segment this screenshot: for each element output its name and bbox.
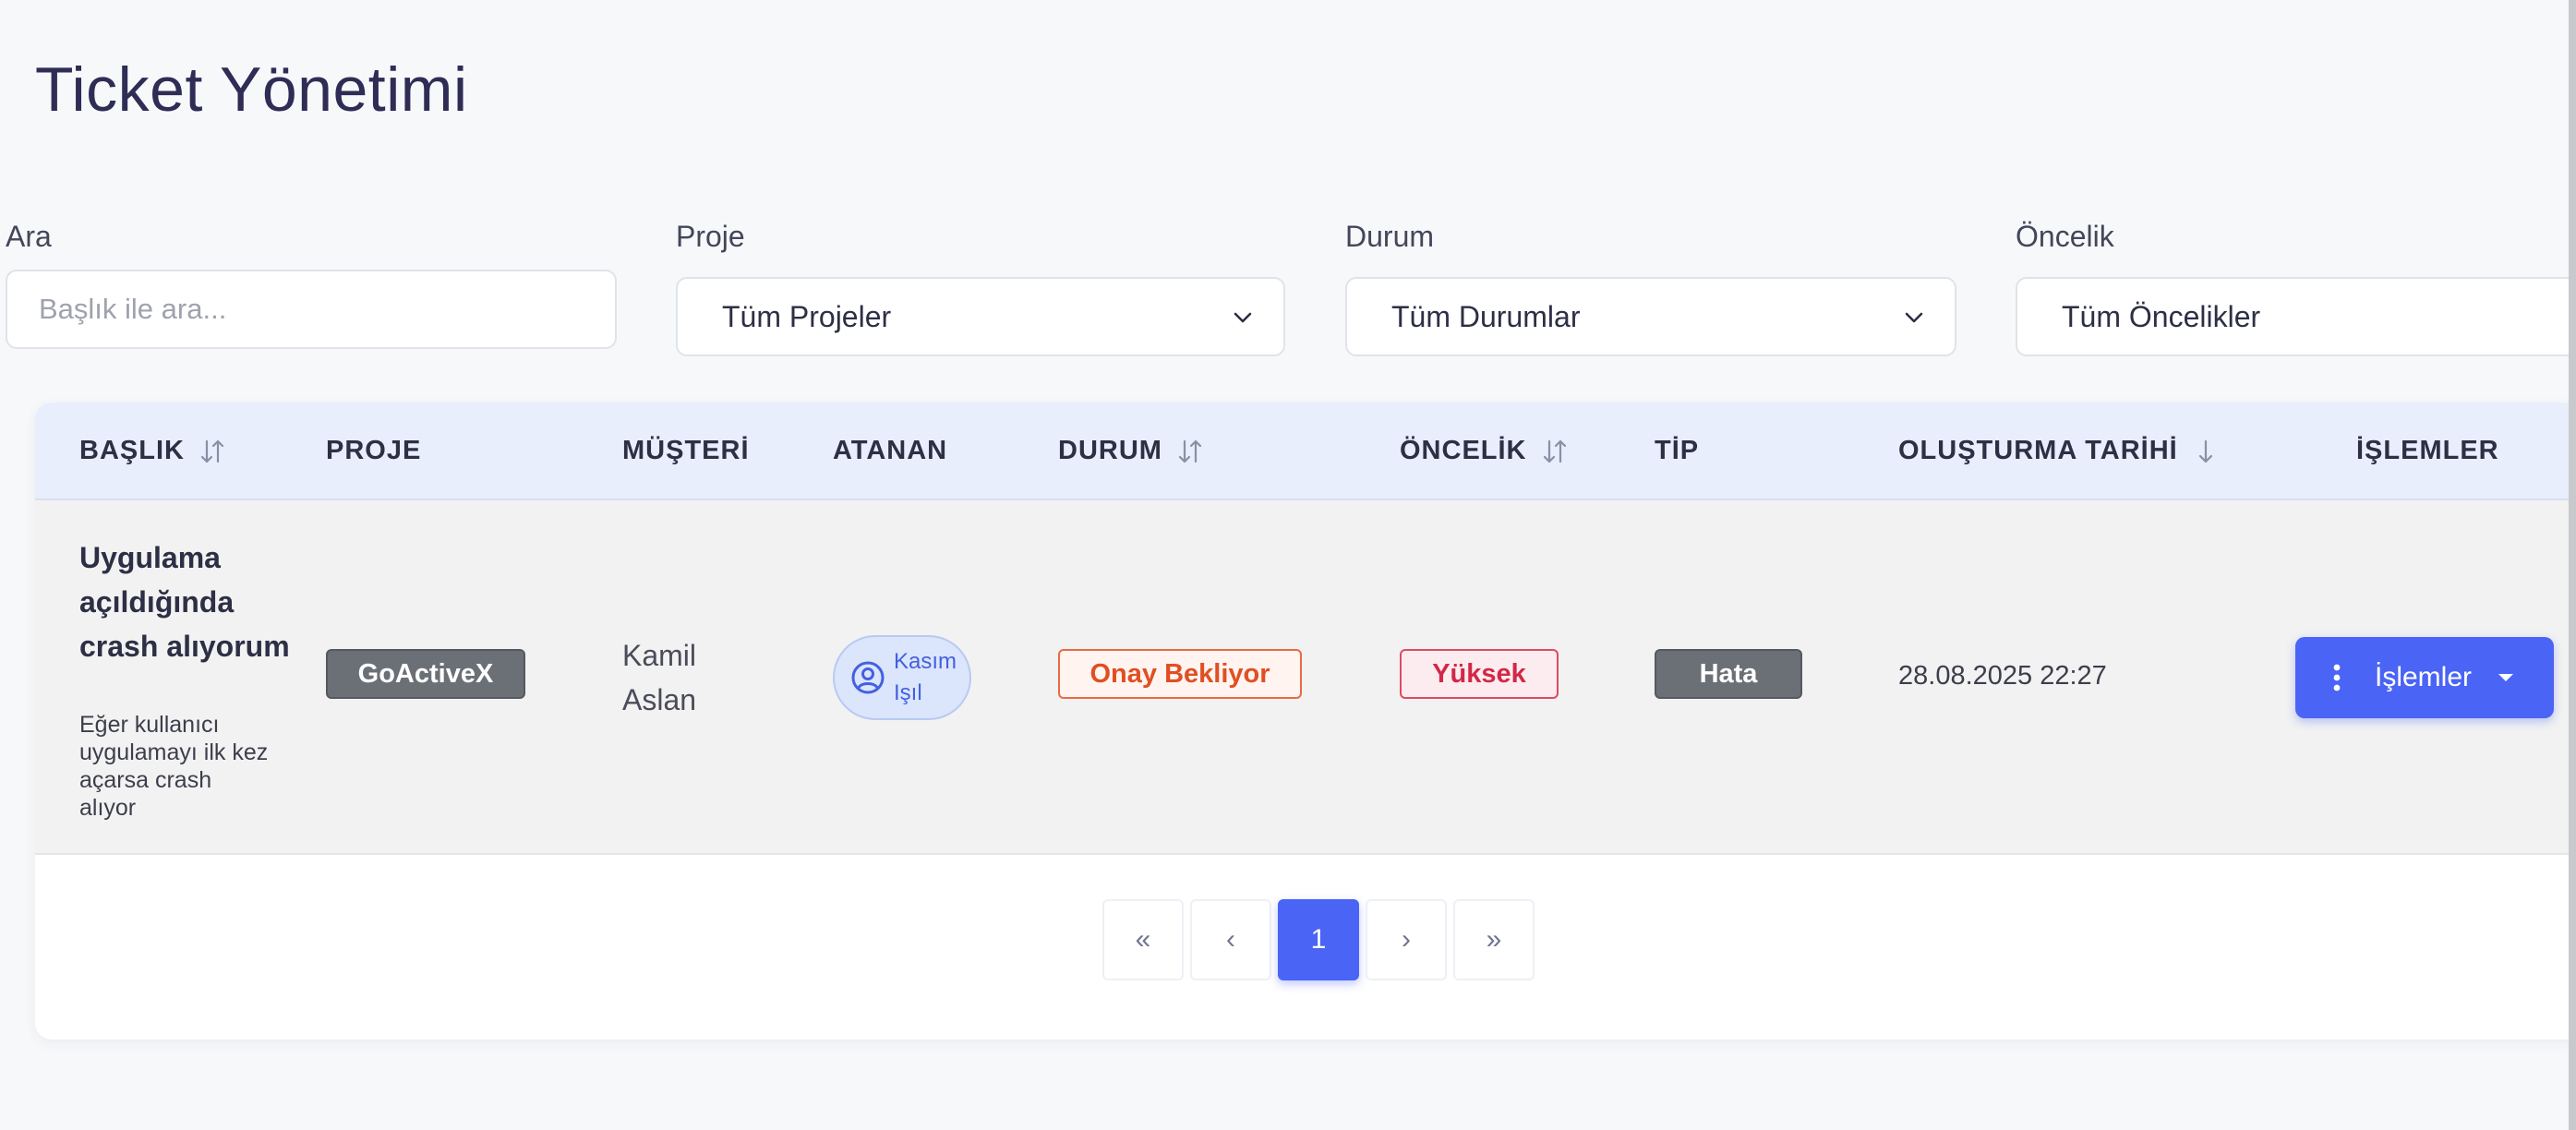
search-input[interactable]: Başlık ile ara... <box>6 270 617 349</box>
column-header-label: ÖNCELİK <box>1400 436 1527 465</box>
column-header-status[interactable]: DURUM <box>1058 436 1203 466</box>
column-header-created[interactable]: OLUŞTURMA TARİHİ <box>1898 436 2219 466</box>
chevron-down-icon <box>1234 312 1252 323</box>
column-header-label: PROJE <box>326 436 422 465</box>
chevron-down-icon <box>1905 312 1923 323</box>
priority-select[interactable]: Tüm Öncelikler <box>2016 277 2576 356</box>
column-header-label: ATANAN <box>833 436 948 465</box>
user-circle-icon <box>851 661 885 694</box>
actions-button-label: İşlemler <box>2375 662 2473 692</box>
assignee-chip[interactable]: Kasım Işıl <box>833 635 971 720</box>
arrow-down-icon <box>2198 439 2212 463</box>
pagination: « ‹ 1 › » <box>1102 899 1541 980</box>
caret-down-icon <box>2498 674 2514 681</box>
pagination-page-button[interactable]: 1 <box>1278 899 1359 980</box>
page-title: Ticket Yönetimi <box>35 54 468 125</box>
ticket-management-page: Ticket Yönetimi Ara Başlık ile ara... Pr… <box>0 0 2576 1130</box>
created-date: 28.08.2025 22:27 <box>1898 661 2107 691</box>
column-header-label: İŞLEMLER <box>2356 436 2499 465</box>
vertical-dots-icon <box>2333 664 2341 691</box>
project-filter-label: Proje <box>676 220 745 253</box>
column-header-label: DURUM <box>1058 436 1162 465</box>
column-header-title[interactable]: BAŞLIK <box>79 436 225 466</box>
priority-badge: Yüksek <box>1400 649 1559 699</box>
search-label: Ara <box>6 220 52 253</box>
sort-icon <box>1178 439 1202 463</box>
project-select-value: Tüm Projeler <box>722 299 892 333</box>
status-badge: Onay Bekliyor <box>1058 649 1302 699</box>
column-header-label: BAŞLIK <box>79 436 185 465</box>
pagination-prev-button[interactable]: ‹ <box>1190 899 1271 980</box>
project-badge: GoActiveX <box>326 649 525 699</box>
column-header-project: PROJE <box>326 436 421 466</box>
project-select[interactable]: Tüm Projeler <box>676 277 1285 356</box>
sort-icon <box>200 439 224 463</box>
page-scrollbar[interactable] <box>2569 0 2576 1130</box>
table-header: BAŞLIK PROJE MÜŞTERİ ATANAN DURUM ÖNCELİ… <box>35 403 2576 500</box>
status-select[interactable]: Tüm Durumlar <box>1345 277 1956 356</box>
pagination-first-button[interactable]: « <box>1102 899 1184 980</box>
column-header-actions: İŞLEMLER <box>2356 436 2499 466</box>
ticket-description: Eğer kullanıcı uygulamayı ilk kez açarsa… <box>79 712 269 821</box>
pagination-next-button[interactable]: › <box>1366 899 1447 980</box>
column-header-assignee: ATANAN <box>833 436 947 466</box>
tickets-table-card: BAŞLIK PROJE MÜŞTERİ ATANAN DURUM ÖNCELİ… <box>35 403 2576 1040</box>
sort-icon <box>1543 439 1566 463</box>
column-header-customer: MÜŞTERİ <box>622 436 750 466</box>
actions-dropdown-button[interactable]: İşlemler <box>2295 637 2554 718</box>
column-header-priority[interactable]: ÖNCELİK <box>1400 436 1568 466</box>
priority-filter-label: Öncelik <box>2016 220 2114 253</box>
customer-name: Kamil Aslan <box>622 639 697 716</box>
status-select-value: Tüm Durumlar <box>1391 299 1581 333</box>
pagination-last-button[interactable]: » <box>1453 899 1535 980</box>
ticket-title[interactable]: Uygulama açıldığında crash alıyorum <box>79 535 292 668</box>
column-header-label: OLUŞTURMA TARİHİ <box>1898 436 2178 465</box>
column-header-label: TİP <box>1655 436 1700 465</box>
column-header-type: TİP <box>1655 436 1699 466</box>
priority-select-value: Tüm Öncelikler <box>2062 299 2261 333</box>
type-badge: Hata <box>1655 649 1802 699</box>
status-filter-label: Durum <box>1345 220 1435 253</box>
column-header-label: MÜŞTERİ <box>622 436 750 465</box>
assignee-name: Kasım Işıl <box>894 649 957 705</box>
